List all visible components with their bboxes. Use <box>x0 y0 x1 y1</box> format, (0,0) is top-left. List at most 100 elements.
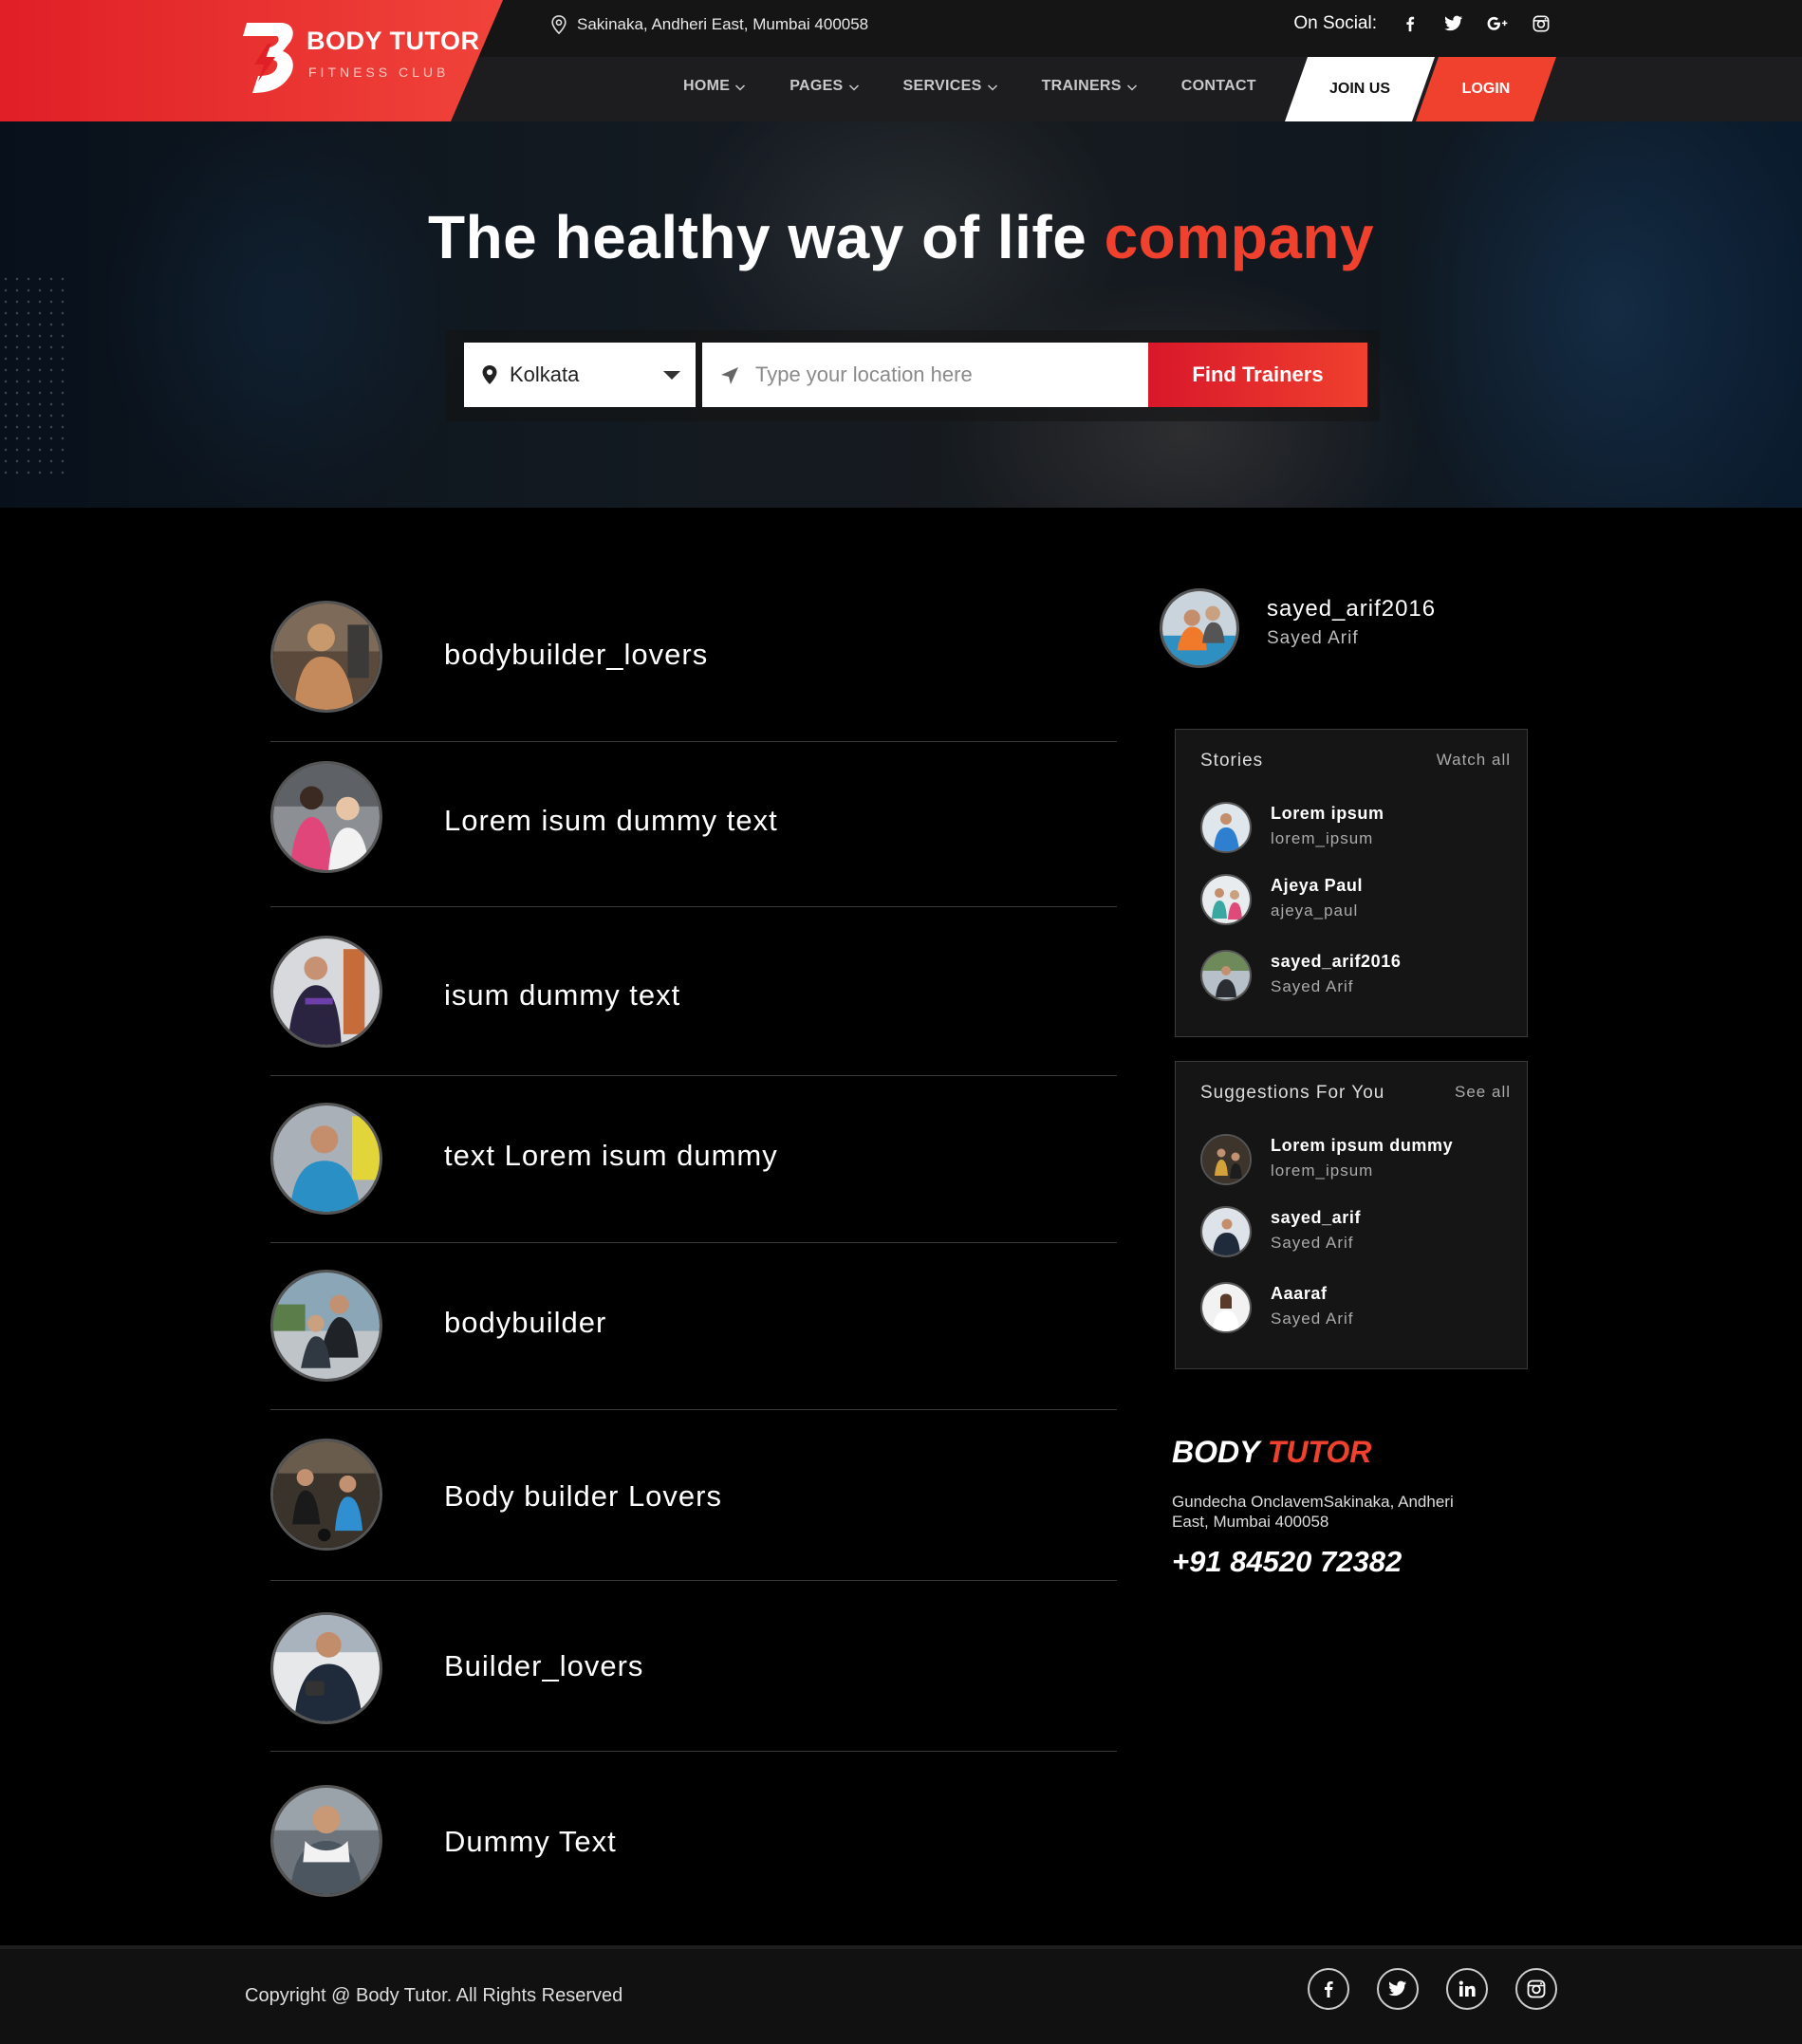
brand-name-accent: TUTOR <box>1267 1435 1372 1469</box>
hero-overlay <box>0 121 1802 508</box>
story-item[interactable]: Lorem ipsum lorem_ipsum <box>1200 802 1514 859</box>
feed-avatar[interactable] <box>270 1612 382 1724</box>
feed-item[interactable]: bodybuilder_lovers <box>270 598 1117 742</box>
nav-pages-label: PAGES <box>790 78 844 94</box>
suggestion-title: Aaaraf <box>1271 1284 1328 1303</box>
suggestion-item[interactable]: Lorem ipsum dummy lorem_ipsum <box>1200 1134 1514 1191</box>
nav-trainers[interactable]: TRAINERS <box>1042 78 1138 95</box>
feed-item-name[interactable]: Lorem isum dummy text <box>444 804 778 838</box>
feed-item-name[interactable]: text Lorem isum dummy <box>444 1139 778 1173</box>
story-handle: lorem_ipsum <box>1271 829 1374 847</box>
story-item[interactable]: Ajeya Paul ajeya_paul <box>1200 874 1514 931</box>
login-button[interactable]: LOGIN <box>1416 57 1556 121</box>
feed-avatar[interactable] <box>270 761 382 873</box>
feed-item[interactable]: text Lorem isum dummy <box>270 1076 1117 1243</box>
feed-item-name[interactable]: isum dummy text <box>444 978 680 1013</box>
story-title: sayed_arif2016 <box>1271 952 1402 971</box>
logo-subtitle: FITNESS CLUB <box>308 65 450 80</box>
feed-item-name[interactable]: bodybuilder <box>444 1306 606 1340</box>
profile-username[interactable]: sayed_arif2016 <box>1267 596 1436 622</box>
hero-title: The healthy way of life company <box>0 202 1802 272</box>
feed-item[interactable]: Dummy Text <box>270 1752 1117 1923</box>
twitter-icon[interactable] <box>1443 13 1464 34</box>
footer-social <box>1308 1968 1557 2010</box>
footer-instagram-icon[interactable] <box>1515 1968 1557 2010</box>
city-select[interactable]: Kolkata <box>464 343 696 407</box>
suggestions-card: Suggestions For You See all Lorem ipsum … <box>1175 1061 1528 1369</box>
header-address: Sakinaka, Andheri East, Mumbai 400058 <box>550 15 868 34</box>
feed-item[interactable]: Body builder Lovers <box>270 1410 1117 1581</box>
facebook-icon[interactable] <box>1400 13 1421 34</box>
feed-avatar[interactable] <box>270 1439 382 1551</box>
feed-item-name[interactable]: Builder_lovers <box>444 1649 643 1683</box>
hero-title-accent: company <box>1104 203 1375 271</box>
watch-all-link[interactable]: Watch all <box>1437 751 1511 770</box>
trainer-feed-list: bodybuilder_lovers Lorem isum dummy text… <box>270 598 1117 1923</box>
google-plus-icon[interactable] <box>1487 13 1508 34</box>
feed-avatar[interactable] <box>270 1103 382 1215</box>
feed-avatar[interactable] <box>270 936 382 1048</box>
chevron-down-icon <box>735 84 746 91</box>
feed-item[interactable]: Builder_lovers <box>270 1581 1117 1752</box>
feed-avatar[interactable] <box>270 1270 382 1382</box>
story-title: Lorem ipsum <box>1271 804 1384 823</box>
stories-title: Stories <box>1200 751 1264 771</box>
main-nav: HOME PAGES SERVICES TRAINERS CONTACT <box>683 78 1300 95</box>
hero-dot-pattern <box>0 273 66 482</box>
profile-avatar[interactable] <box>1160 588 1239 668</box>
nav-services[interactable]: SERVICES <box>903 78 998 95</box>
current-user-profile[interactable]: sayed_arif2016 Sayed Arif <box>1160 588 1558 674</box>
profile-fullname: Sayed Arif <box>1267 628 1359 648</box>
story-avatar[interactable] <box>1200 874 1252 925</box>
story-avatar[interactable] <box>1200 950 1252 1001</box>
nav-home[interactable]: HOME <box>683 78 746 95</box>
suggestion-item[interactable]: sayed_arif Sayed Arif <box>1200 1206 1514 1263</box>
suggestion-handle: lorem_ipsum <box>1271 1161 1374 1180</box>
footer-linkedin-icon[interactable] <box>1446 1968 1488 2010</box>
suggestion-title: sayed_arif <box>1271 1208 1362 1227</box>
feed-avatar[interactable] <box>270 601 382 713</box>
location-input[interactable] <box>702 343 1148 407</box>
brand-phone[interactable]: +91 84520 72382 <box>1172 1545 1402 1579</box>
feed-avatar[interactable] <box>270 1785 382 1897</box>
suggestion-handle: Sayed Arif <box>1271 1310 1354 1328</box>
stories-card: Stories Watch all Lorem ipsum lorem_ipsu… <box>1175 729 1528 1037</box>
hero-title-main: The healthy way of life <box>427 203 1087 271</box>
hero-banner: The healthy way of life company Kolkata … <box>0 121 1802 508</box>
footer-facebook-icon[interactable] <box>1308 1968 1349 2010</box>
join-us-button[interactable]: JOIN US <box>1285 57 1435 121</box>
suggestions-title: Suggestions For You <box>1200 1083 1385 1103</box>
feed-item[interactable]: Lorem isum dummy text <box>270 742 1117 907</box>
nav-contact[interactable]: CONTACT <box>1181 78 1256 95</box>
suggestion-title: Lorem ipsum dummy <box>1271 1136 1454 1155</box>
nav-pages[interactable]: PAGES <box>790 78 859 95</box>
copyright-text: Copyright @ Body Tutor. All Rights Reser… <box>245 1985 623 2006</box>
city-select-value: Kolkata <box>510 362 580 386</box>
suggestion-item[interactable]: Aaaraf Sayed Arif <box>1200 1282 1514 1339</box>
nav-trainers-label: TRAINERS <box>1041 78 1122 94</box>
find-trainers-button[interactable]: Find Trainers <box>1148 343 1367 407</box>
story-avatar[interactable] <box>1200 802 1252 853</box>
story-handle: Sayed Arif <box>1271 977 1354 995</box>
location-arrow-icon <box>721 367 738 384</box>
suggestion-avatar[interactable] <box>1200 1134 1252 1185</box>
feed-item-name[interactable]: Body builder Lovers <box>444 1479 722 1514</box>
feed-item[interactable]: isum dummy text <box>270 907 1117 1076</box>
nav-services-label: SERVICES <box>902 78 982 94</box>
nav-home-label: HOME <box>683 78 731 94</box>
caret-down-icon <box>663 371 680 380</box>
suggestion-handle: Sayed Arif <box>1271 1234 1354 1252</box>
site-header: BODY TUTOR FITNESS CLUB Sakinaka, Andher… <box>0 0 1802 121</box>
footer-twitter-icon[interactable] <box>1377 1968 1419 2010</box>
instagram-icon[interactable] <box>1531 13 1551 34</box>
social-label: On Social: <box>1293 13 1377 33</box>
story-item[interactable]: sayed_arif2016 Sayed Arif <box>1200 950 1514 1007</box>
logo-title[interactable]: BODY TUTOR <box>307 27 480 56</box>
logo-icon[interactable] <box>239 19 300 97</box>
feed-item[interactable]: bodybuilder <box>270 1243 1117 1410</box>
feed-item-name[interactable]: bodybuilder_lovers <box>444 638 708 672</box>
suggestion-avatar[interactable] <box>1200 1206 1252 1257</box>
see-all-link[interactable]: See all <box>1455 1083 1511 1102</box>
feed-item-name[interactable]: Dummy Text <box>444 1825 617 1859</box>
suggestion-avatar[interactable] <box>1200 1282 1252 1333</box>
